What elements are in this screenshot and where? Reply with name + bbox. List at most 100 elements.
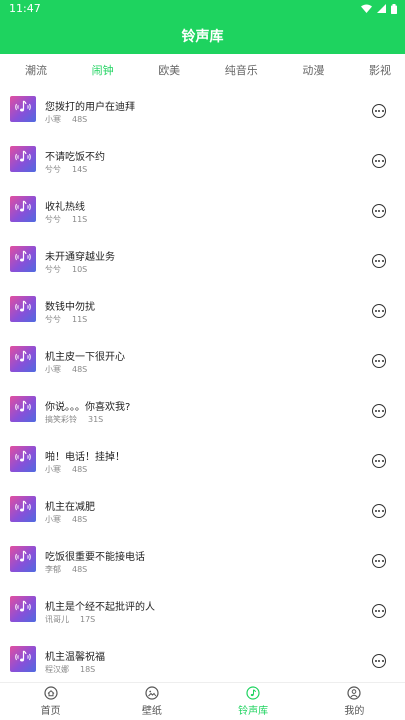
ringtone-thumbnail [10,346,36,372]
ringtone-title: 吃饭很重要不能接电话 [45,552,145,563]
nav-label: 首页 [40,706,61,717]
list-item[interactable]: 机主是个经不起批评的人 讯哥儿 17S [0,586,405,636]
more-options-icon[interactable] [372,654,386,668]
music-note-icon [14,298,32,320]
list-item[interactable]: 数钱中勿扰 兮兮 11S [0,286,405,336]
ringtone-meta: 小寒 48S [45,464,87,475]
list-item[interactable]: 收礼热线 兮兮 11S [0,186,405,236]
list-item[interactable]: 吃饭很重要不能接电话 李郁 48S [0,536,405,586]
list-item[interactable]: 机主皮一下很开心 小寒 48S [0,336,405,386]
nav-label: 我的 [344,706,365,717]
list-item[interactable]: 啪！电话！挂掉！ 小寒 48S [0,436,405,486]
home-icon [44,686,58,700]
bottom-nav: 首页 壁纸 铃声库 我的 [0,682,405,720]
ringtone-author: 小寒 [45,115,61,124]
nav-label: 铃声库 [238,706,269,717]
nav-item-3[interactable]: 我的 [314,686,394,717]
ringtone-duration: 14S [72,165,88,174]
music-note-icon [14,198,32,220]
ringtone-thumbnail [10,296,36,322]
more-options-icon[interactable] [372,504,386,518]
more-options-icon[interactable] [372,154,386,168]
ringtone-meta: 兮兮 10S [45,264,87,275]
profile-icon [347,686,361,700]
tab-1[interactable]: 闹钟 [92,62,114,78]
ringtone-meta: 兮兮 14S [45,164,87,175]
music-note-icon [14,398,32,420]
more-options-icon[interactable] [372,354,386,368]
ringtone-duration: 31S [88,415,104,424]
ringtone-meta: 兮兮 11S [45,314,87,325]
ringtone-author: 兮兮 [45,265,61,274]
category-tabs: 潮流 闹钟 欧美 纯音乐 动漫 影视 [0,54,405,86]
ringtone-duration: 10S [72,265,88,274]
more-options-icon[interactable] [372,104,386,118]
tab-4[interactable]: 动漫 [302,62,324,78]
nav-item-2[interactable]: 铃声库 [213,686,293,717]
ringtone-thumbnail [10,396,36,422]
music-note-icon [14,348,32,370]
music-note-icon [14,498,32,520]
list-item[interactable]: 机主温馨祝福 程汉娜 18S [0,636,405,682]
tab-2[interactable]: 欧美 [158,62,180,78]
wifi-icon [361,4,372,13]
ringtone-meta: 讯哥儿 17S [45,614,95,625]
ringtone-title: 您拨打的用户在迪拜 [45,102,135,113]
ringtone-title: 未开通穿越业务 [45,252,115,263]
music-note-icon [14,448,32,470]
more-options-icon[interactable] [372,404,386,418]
list-item[interactable]: 未开通穿越业务 兮兮 10S [0,236,405,286]
ringtone-title: 机主是个经不起批评的人 [45,602,155,613]
status-bar: 11:47 [0,0,405,17]
ringtone-author: 兮兮 [45,165,61,174]
ringtone-list: 您拨打的用户在迪拜 小寒 48S 不请吃饭不约 兮兮 14S 收礼热线 兮兮 11S 未开通穿越业… [0,86,405,682]
ringtone-thumbnail [10,146,36,172]
more-options-icon[interactable] [372,204,386,218]
ringtone-thumbnail [10,196,36,222]
music-note-icon [14,598,32,620]
ringtone-thumbnail [10,246,36,272]
status-time: 11:47 [9,2,41,15]
tab-3[interactable]: 纯音乐 [225,62,258,78]
wallpaper-icon [145,686,159,700]
ringtone-author: 兮兮 [45,215,61,224]
ringtone-meta: 兮兮 11S [45,214,87,225]
ringtone-duration: 11S [72,315,88,324]
ringtone-thumbnail [10,546,36,572]
nav-label: 壁纸 [141,706,162,717]
more-options-icon[interactable] [372,604,386,618]
music-note-icon [14,98,32,120]
status-icons [361,3,397,14]
tab-0[interactable]: 潮流 [25,62,47,78]
music-note-icon [14,548,32,570]
more-options-icon[interactable] [372,254,386,268]
list-item[interactable]: 你说。。。你喜欢我? 搞笑彩铃 31S [0,386,405,436]
ringtone-duration: 48S [72,515,88,524]
tab-5[interactable]: 影视 [369,62,391,78]
list-item[interactable]: 您拨打的用户在迪拜 小寒 48S [0,86,405,136]
ringtone-meta: 小寒 48S [45,514,87,525]
ringtone-thumbnail [10,96,36,122]
more-options-icon[interactable] [372,454,386,468]
ringtone-meta: 搞笑彩铃 31S [45,414,103,425]
ringtone-meta: 小寒 48S [45,364,87,375]
ringtone-thumbnail [10,446,36,472]
ringtone-duration: 48S [72,365,88,374]
ringtone-meta: 李郁 48S [45,564,87,575]
ringtone-thumbnail [10,496,36,522]
ringtone-title: 啪！电话！挂掉！ [45,452,125,463]
ringtone-title: 机主皮一下很开心 [45,352,125,363]
ringtone-duration: 48S [72,465,88,474]
list-item[interactable]: 机主在减肥 小寒 48S [0,486,405,536]
nav-item-1[interactable]: 壁纸 [112,686,192,717]
music-note-icon [14,148,32,170]
nav-item-0[interactable]: 首页 [11,686,91,717]
more-options-icon[interactable] [372,304,386,318]
more-options-icon[interactable] [372,554,386,568]
ringtone-title: 收礼热线 [45,202,85,213]
ringtone-author: 兮兮 [45,315,61,324]
list-item[interactable]: 不请吃饭不约 兮兮 14S [0,136,405,186]
ringtone-icon [246,686,260,700]
ringtone-author: 程汉娜 [45,665,69,674]
signal-icon [377,4,386,13]
